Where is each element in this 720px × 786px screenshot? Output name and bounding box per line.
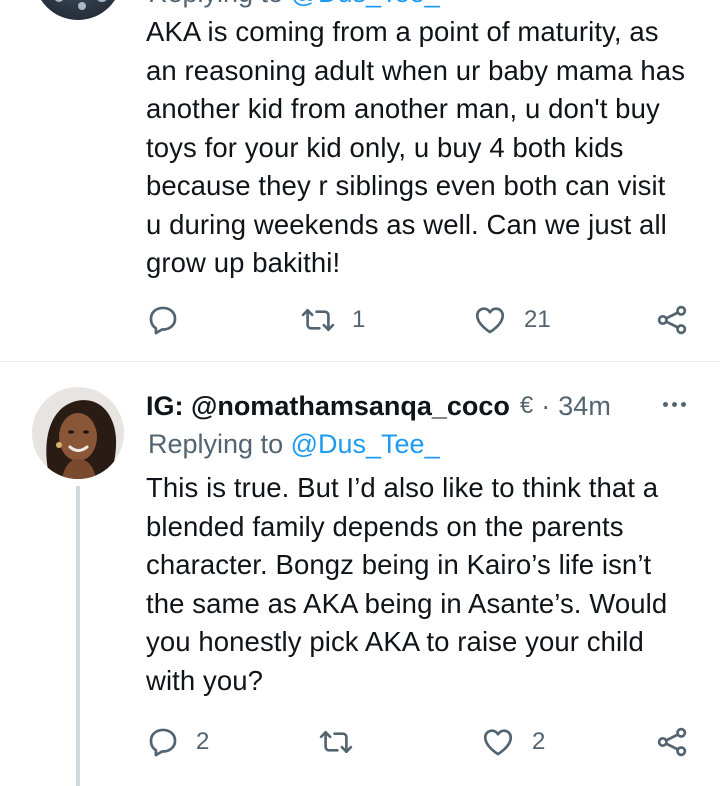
replying-to-line: Replying to @Dus_Tee_ [148,429,440,460]
like-button[interactable]: 2 [480,722,545,762]
separator: · [541,390,551,421]
like-button[interactable]: 21 [472,300,551,340]
tweet-text: This is true. But I’d also like to think… [146,472,668,696]
retweet-button[interactable]: 1 [300,300,365,340]
replying-to-prefix: Replying to [148,0,291,8]
heart-icon [472,303,508,337]
timestamp[interactable]: 34m [558,391,611,422]
speech-bubble-icon [146,303,180,337]
reply-button[interactable]: 2 [146,722,209,762]
more-dots-icon[interactable] [663,402,686,407]
retweet-button[interactable] [318,722,370,762]
replying-to-mention-link[interactable]: @Dus_Tee_ [291,429,440,459]
share-button[interactable] [654,722,690,762]
reply-button[interactable] [146,300,196,340]
avatar[interactable] [34,0,122,20]
heart-icon [480,725,516,759]
like-count: 2 [532,728,546,755]
replying-to-prefix: Replying to [148,429,291,459]
tweet-text: AKA is coming from a point of maturity, … [146,16,686,278]
thread-line [76,486,80,786]
tweet-actions: 1 21 [146,300,694,340]
share-button[interactable] [654,300,690,340]
tweet-header: IG: @nomathamsanqa_coco € · 34m [146,388,694,424]
tweet-actions: 2 2 [146,722,694,762]
speech-bubble-icon [146,725,180,759]
affiliation-icon: € [519,392,534,419]
retweet-arrows-icon [318,725,354,759]
display-name[interactable]: IG: @nomathamsanqa_coco [146,391,510,422]
share-nodes-icon [654,303,690,337]
like-count: 21 [524,306,551,333]
replying-to-line: Replying to @Dus_Tee_ [148,0,440,9]
replying-to-mention-link[interactable]: @Dus_Tee_ [291,0,440,8]
tweet-previous[interactable]: Replying to @Dus_Tee_ AKA is coming from… [0,0,720,362]
avatar[interactable] [32,387,124,479]
reply-count: 2 [196,728,210,755]
tweet-reply[interactable]: IG: @nomathamsanqa_coco € · 34m Replying… [0,362,720,786]
retweet-arrows-icon [300,303,336,337]
share-nodes-icon [654,725,690,759]
retweet-count: 1 [352,306,366,333]
